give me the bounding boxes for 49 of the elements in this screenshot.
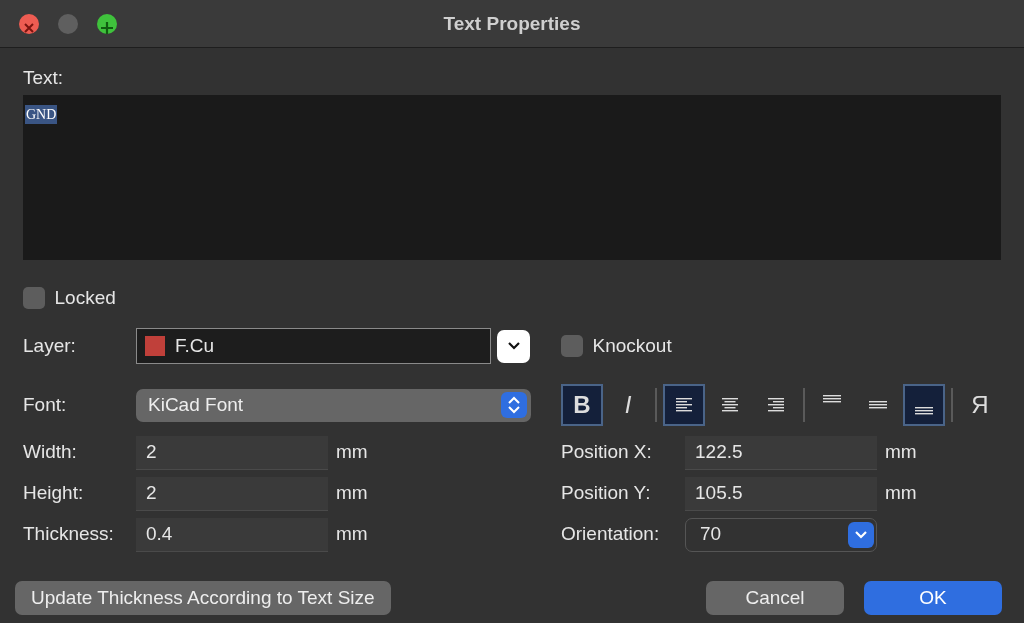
input-field[interactable]: 0.4: [136, 517, 328, 552]
input-field[interactable]: 105.5: [685, 476, 877, 511]
window-title: Text Properties: [443, 11, 581, 36]
dropdown-button[interactable]: [497, 329, 530, 363]
text-valign-top-icon: [823, 395, 841, 403]
italic-button[interactable]: I: [607, 384, 649, 426]
text-align-center-icon: [722, 398, 738, 412]
unit-label: mm: [885, 481, 917, 506]
unit-label: mm: [885, 440, 917, 465]
checkbox[interactable]: [561, 335, 583, 357]
field-label: Height:: [23, 481, 85, 506]
valign-bottom-button[interactable]: [903, 384, 945, 426]
text-valign-center-icon: [869, 401, 887, 409]
dialog-button[interactable]: Cancel: [706, 581, 844, 615]
up-down-chevron-icon: [507, 395, 521, 415]
text-align-right-icon: [768, 398, 784, 412]
unit-label: mm: [336, 481, 368, 506]
text-area[interactable]: GND: [23, 94, 1001, 260]
field-label: Thickness:: [23, 522, 115, 547]
input-field[interactable]: 2: [136, 435, 328, 470]
close-button[interactable]: [19, 13, 39, 34]
input-field[interactable]: 122.5: [685, 435, 877, 470]
mirror-button[interactable]: Я: [959, 384, 1001, 426]
text-align-left-icon: [676, 398, 692, 412]
input-field[interactable]: 2: [136, 476, 328, 511]
zoom-button[interactable]: [97, 13, 117, 34]
bold-button[interactable]: B: [561, 384, 603, 426]
unit-label: mm: [336, 522, 368, 547]
text-value: GND: [25, 104, 58, 124]
font-label: Font:: [23, 392, 68, 417]
orientation-dropdown[interactable]: 70: [685, 517, 877, 552]
field-label: Position X:: [561, 440, 653, 465]
field-label: Width:: [23, 440, 78, 465]
font-select[interactable]: KiCad Font: [136, 388, 531, 422]
dialog-button[interactable]: Update Thickness According to Text Size: [15, 581, 391, 615]
chevron-down-icon: [506, 341, 521, 351]
locked-label: Locked: [54, 285, 116, 310]
chevron-down-icon: [854, 529, 868, 540]
field-label: Position Y:: [561, 481, 652, 506]
layer-label: Layer:: [23, 333, 77, 358]
unit-label: mm: [336, 440, 368, 465]
checkbox[interactable]: [23, 286, 45, 309]
dialog-button[interactable]: OK: [864, 581, 1002, 615]
text-valign-bottom-icon: [915, 407, 933, 415]
field-label: Orientation:: [561, 522, 661, 547]
align-left-button[interactable]: [663, 384, 705, 426]
text-label: Text:: [23, 66, 65, 90]
layer-field[interactable]: F.Cu: [136, 328, 491, 364]
knockout-label: Knockout: [592, 333, 672, 358]
